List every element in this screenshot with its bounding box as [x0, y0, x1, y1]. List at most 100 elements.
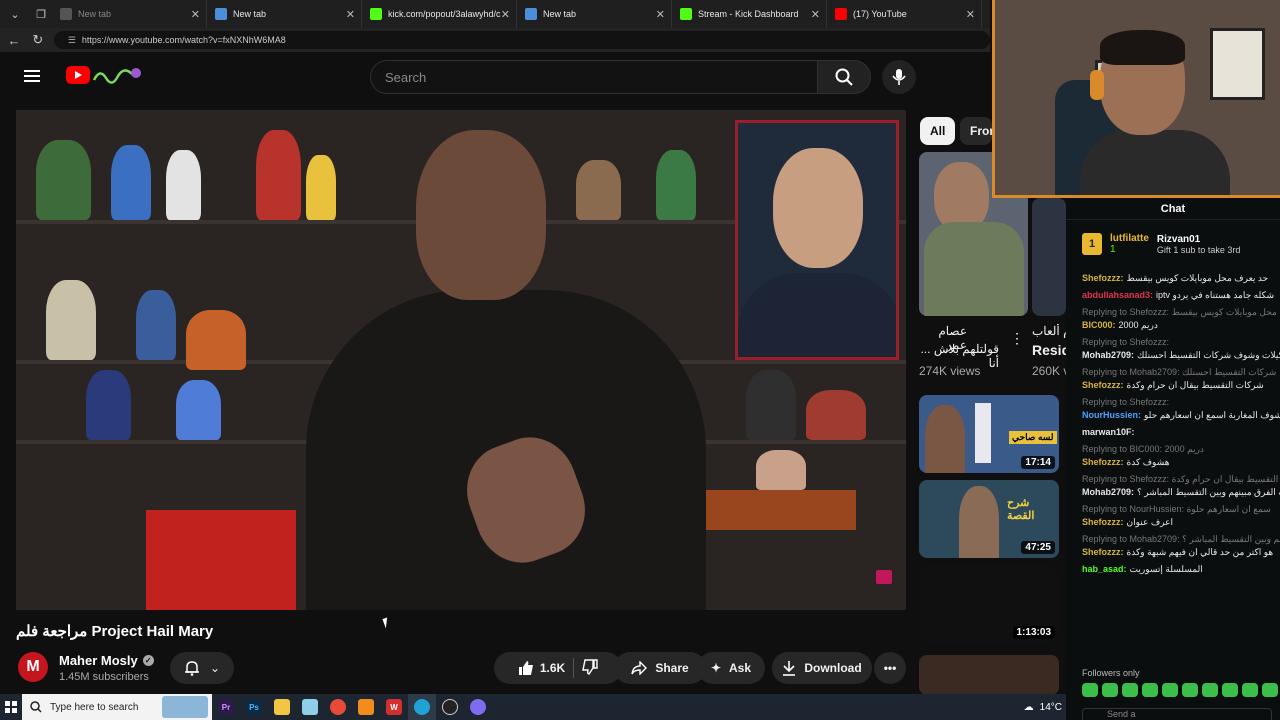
recommended-title-2b[interactable]: Resid [1032, 342, 1066, 358]
chat-message[interactable]: Replying to Mohab2709: شركات التقسيط احس… [1082, 366, 1280, 392]
recommended-thumbnail-2[interactable] [1032, 198, 1066, 316]
emote-icon[interactable] [1222, 683, 1238, 697]
chip-from[interactable]: From [960, 117, 992, 145]
chat-username[interactable]: Shefozzz: [1082, 517, 1124, 527]
start-button[interactable] [0, 694, 22, 720]
microphone-icon [892, 69, 906, 85]
chat-message[interactable]: Replying to Mohab2709: مبينهم وبين التقس… [1082, 533, 1280, 559]
chat-username[interactable]: abdullahsanad3: [1082, 290, 1153, 300]
like-button[interactable]: 1.6K [518, 660, 565, 676]
ask-button[interactable]: ✦ Ask [697, 652, 765, 684]
more-actions-button[interactable]: ••• [874, 652, 906, 684]
recommended-views-1: 274K views [919, 364, 981, 378]
more-vertical-icon[interactable]: ⋮ [1010, 330, 1024, 347]
download-button[interactable]: Download [772, 652, 872, 684]
browser-tab-6[interactable]: (17) YouTube ✕ [827, 0, 982, 28]
browser-tab-4[interactable]: New tab ✕ [517, 0, 672, 28]
chip-all[interactable]: All [920, 117, 956, 145]
recommended-title-2a[interactable]: م ألعاب [1032, 324, 1066, 338]
tab-close-icon[interactable]: ✕ [191, 8, 200, 21]
channel-avatar[interactable]: M [18, 652, 48, 682]
chat-message[interactable]: abdullahsanad3: iptv شكله جامد هستناه في … [1082, 289, 1280, 302]
tab-close-icon[interactable]: ✕ [811, 8, 820, 21]
channel-watermark[interactable] [876, 570, 892, 584]
emote-icon[interactable] [1162, 683, 1178, 697]
wps-office-app[interactable]: W [380, 694, 408, 720]
streamer-body [1080, 130, 1230, 195]
tab-favicon-icon [680, 8, 692, 20]
chat-username[interactable]: Mohab2709: [1082, 487, 1134, 497]
emote-icon[interactable] [1142, 683, 1158, 697]
photoshop-app[interactable]: Ps [240, 694, 268, 720]
recommended-thumbnail-3[interactable]: لسه صاحي 17:14 [919, 395, 1059, 473]
edge-app[interactable] [408, 694, 436, 720]
chat-message[interactable]: hab_asad: المسلسلة إتسوريت [1082, 563, 1280, 576]
tab-close-icon[interactable]: ✕ [966, 8, 975, 21]
chat-message[interactable]: Replying to NourHussien: سمع ان اسعارهم … [1082, 503, 1280, 529]
emote-icon[interactable] [1182, 683, 1198, 697]
emote-icon[interactable] [1082, 683, 1098, 697]
chat-send-input[interactable]: Send a [1082, 708, 1272, 720]
tab-close-icon[interactable]: ✕ [656, 8, 665, 21]
reload-icon[interactable]: ↻ [28, 32, 48, 48]
chat-username[interactable]: Shefozzz: [1082, 380, 1124, 390]
emote-icon[interactable] [1102, 683, 1118, 697]
chat-message[interactable]: Replying to Shefozzz: Mohab2709:ع التوكيل… [1082, 336, 1280, 362]
browser-tab-1[interactable]: New tab ✕ [52, 0, 207, 28]
emote-icon[interactable] [1122, 683, 1138, 697]
recommended-thumbnail-6[interactable] [919, 655, 1059, 695]
chat-message[interactable]: Replying to BIC000: 2000 دريم Shefozzz: هش… [1082, 443, 1280, 469]
video-player[interactable] [16, 110, 906, 610]
emote-icon[interactable] [1262, 683, 1278, 697]
back-icon[interactable]: ← [4, 33, 24, 48]
chat-username[interactable]: BIC000: [1082, 320, 1116, 330]
file-explorer-app[interactable] [268, 694, 296, 720]
recommended-thumbnail-5[interactable]: 1:13:03 [919, 565, 1059, 643]
vlc-app[interactable] [352, 694, 380, 720]
chat-message[interactable]: Replying to Shefozzz: شركات التقسيط بيقا… [1082, 473, 1280, 499]
chat-username[interactable]: Mohab2709: [1082, 350, 1134, 360]
browser-tab-2[interactable]: New tab ✕ [207, 0, 362, 28]
notification-bell-button[interactable]: ⌄ [170, 652, 234, 684]
top-gifter-1-name[interactable]: lutfilatte [1110, 233, 1149, 244]
share-button[interactable]: Share [614, 652, 706, 684]
dislike-button[interactable] [582, 658, 598, 678]
tab-list-button[interactable]: ⌄ [4, 3, 26, 25]
search-button[interactable] [817, 60, 871, 94]
chat-message[interactable]: marwan10F: [1082, 426, 1280, 439]
chat-username[interactable]: Shefozzz: [1082, 457, 1124, 467]
url-field[interactable]: ☰ https://www.youtube.com/watch?v=fxNXNh… [53, 31, 991, 49]
youtube-doodle-logo[interactable] [92, 64, 142, 86]
browser-tab-3[interactable]: kick.com/popout/3alawyhd/c ✕ [362, 0, 517, 28]
chrome-app[interactable] [324, 694, 352, 720]
search-input[interactable]: Search [370, 60, 818, 94]
chat-username[interactable]: NourHussien: [1082, 410, 1141, 420]
premiere-pro-app[interactable]: Pr [212, 694, 240, 720]
hamburger-menu-icon[interactable] [24, 70, 40, 82]
chat-message[interactable]: Replying to Shefozzz: NourHussien:مرف تنز… [1082, 396, 1280, 422]
tab-close-icon[interactable]: ✕ [501, 8, 510, 21]
sparkle-icon: ✦ [710, 661, 722, 675]
channel-name-row[interactable]: Maher Mosly ✓ [59, 653, 154, 668]
chat-username[interactable]: Shefozzz: [1082, 273, 1124, 283]
discord-app[interactable] [464, 694, 492, 720]
obs-app[interactable] [436, 694, 464, 720]
taskbar-search-input[interactable]: Type here to search [22, 694, 212, 720]
chat-message[interactable]: Replying to Shefozzz: يعرف محل موبايلات … [1082, 306, 1280, 332]
browser-tab-5[interactable]: Stream - Kick Dashboard ✕ [672, 0, 827, 28]
voice-search-button[interactable] [882, 60, 916, 94]
notepad-app[interactable] [296, 694, 324, 720]
emote-icon[interactable] [1242, 683, 1258, 697]
tab-label: New tab [233, 9, 267, 19]
tab-close-icon[interactable]: ✕ [346, 8, 355, 21]
chat-username[interactable]: Shefozzz: [1082, 547, 1124, 557]
tab-actions-button[interactable]: ❐ [30, 3, 52, 25]
top-gifter-2-name[interactable]: Rizvan01 [1157, 234, 1241, 245]
recommended-thumbnail-4[interactable]: شرح القصة 47:25 [919, 480, 1059, 558]
site-info-icon[interactable]: ☰ [68, 35, 76, 46]
emote-icon[interactable] [1202, 683, 1218, 697]
chat-username[interactable]: hab_asad: [1082, 564, 1127, 574]
chat-message[interactable]: Shefozzz: حد يعرف محل موبايلات كويس بيقسط [1082, 272, 1280, 285]
chat-username[interactable]: marwan10F: [1082, 427, 1135, 437]
youtube-logo[interactable] [66, 66, 90, 84]
